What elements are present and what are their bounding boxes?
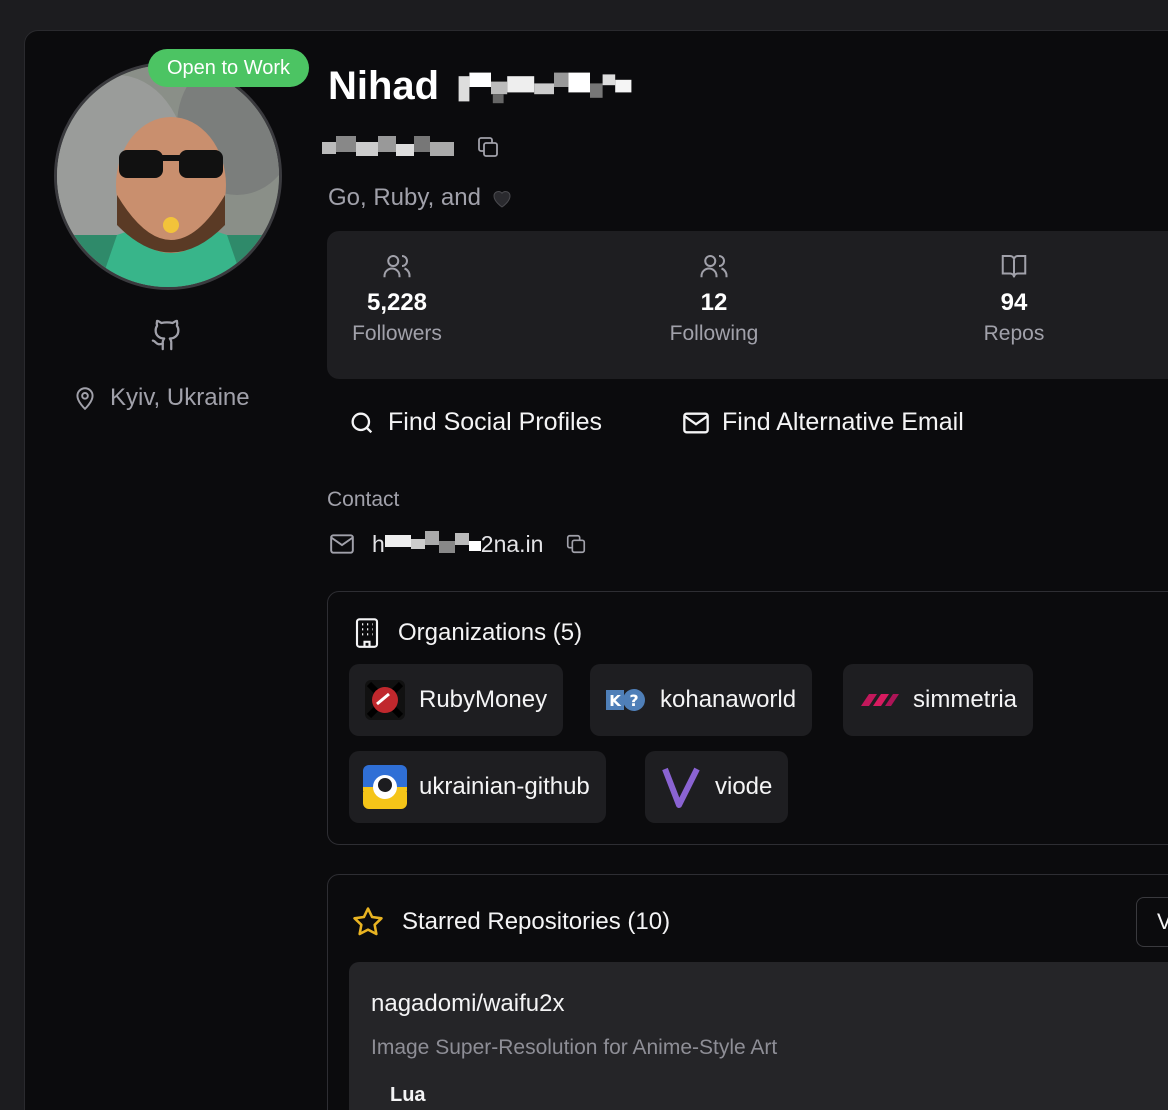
find-social-profiles-button[interactable]: Find Social Profiles [348, 408, 602, 437]
find-alternative-email-label: Find Alternative Email [722, 408, 964, 436]
starred-heading: Starred Repositories (10) [350, 905, 670, 939]
star-icon [353, 907, 383, 936]
org-chip-simmetria[interactable]: simmetria [843, 664, 1034, 736]
svg-text:K: K [609, 692, 622, 710]
simmetria-logo [857, 678, 901, 722]
org-name: RubyMoney [419, 686, 548, 713]
org-chip-kohanaworld[interactable]: ? K kohanaworld [590, 664, 813, 736]
map-pin-icon [76, 387, 94, 411]
open-to-work-badge: Open to Work [148, 49, 310, 87]
followers-label: Followers [352, 322, 442, 345]
ukrainian-github-logo [363, 765, 407, 809]
starred-repositories-section: Starred Repositories (10) V nagadomi/wai… [327, 874, 1168, 1110]
organizations-section: Organizations (5) RubyMoney ? K kohanawo… [327, 591, 1168, 845]
stats-panel: 5,228 Followers 12 Following 94 Repos [327, 231, 1168, 379]
contact-email: h 2na.in [328, 529, 587, 559]
org-name: kohanaworld [660, 686, 797, 713]
bio-text: Go, Ruby, and [328, 184, 481, 211]
following-label: Following [669, 322, 759, 345]
organizations-heading: Organizations (5) [352, 616, 582, 650]
org-chip-rubymoney[interactable]: RubyMoney [349, 664, 564, 736]
stat-repos[interactable]: 94 Repos [944, 251, 1084, 349]
mail-icon [330, 534, 354, 554]
repo-language: Lua [390, 1084, 426, 1106]
viode-logo [659, 765, 703, 809]
email-prefix: h [372, 530, 385, 557]
location-text: Kyiv, Ukraine [110, 384, 250, 411]
org-name: viode [715, 773, 773, 800]
redacted-surname [458, 72, 632, 103]
book-icon [1001, 255, 1027, 278]
repos-label: Repos [983, 322, 1045, 345]
org-name: ukrainian-github [419, 773, 590, 800]
organizations-title: Organizations (5) [398, 619, 583, 646]
svg-text:?: ? [629, 691, 638, 710]
repo-card[interactable]: nagadomi/waifu2x Image Super-Resolution … [349, 962, 1168, 1110]
repo-name[interactable]: nagadomi/waifu2x [371, 990, 564, 1018]
following-count: 12 [700, 289, 728, 316]
github-icon[interactable] [150, 318, 184, 352]
kohanaworld-logo: ? K [604, 678, 648, 722]
mail-icon [683, 412, 709, 433]
copy-username-icon[interactable] [476, 135, 500, 159]
org-name: simmetria [913, 686, 1018, 713]
profile-name: Nihad [328, 64, 645, 109]
redacted-username [322, 136, 454, 156]
followers-count: 5,228 [366, 289, 428, 316]
repo-description: Image Super-Resolution for Anime-Style A… [371, 1036, 778, 1059]
location: Kyiv, Ukraine [72, 384, 250, 412]
building-icon [355, 618, 379, 648]
username-row [322, 134, 500, 160]
org-chip-viode[interactable]: viode [645, 751, 789, 823]
contact-label: Contact [327, 488, 400, 511]
stat-following[interactable]: 12 Following [644, 251, 784, 349]
redacted-email [384, 531, 481, 553]
users-icon [700, 255, 728, 278]
search-icon [351, 412, 373, 433]
copy-email-icon[interactable] [565, 533, 587, 555]
starred-title: Starred Repositories (10) [402, 908, 671, 935]
find-alternative-email-button[interactable]: Find Alternative Email [682, 408, 964, 437]
users-icon [383, 255, 411, 278]
repos-count: 94 [1000, 289, 1028, 316]
bio: Go, Ruby, and [328, 184, 515, 212]
avatar-photo [57, 65, 279, 287]
email-value[interactable]: h 2na.in [372, 529, 543, 559]
org-chip-ukrainian-github[interactable]: ukrainian-github [349, 751, 606, 823]
stat-followers[interactable]: 5,228 Followers [327, 251, 467, 349]
email-suffix: 2na.in [480, 530, 544, 557]
avatar [54, 62, 282, 290]
black-heart-icon [493, 191, 511, 208]
rubymoney-logo [363, 678, 407, 722]
view-all-button[interactable]: V [1136, 897, 1168, 947]
profile-name-text: Nihad [328, 64, 440, 108]
find-social-profiles-label: Find Social Profiles [388, 408, 602, 436]
